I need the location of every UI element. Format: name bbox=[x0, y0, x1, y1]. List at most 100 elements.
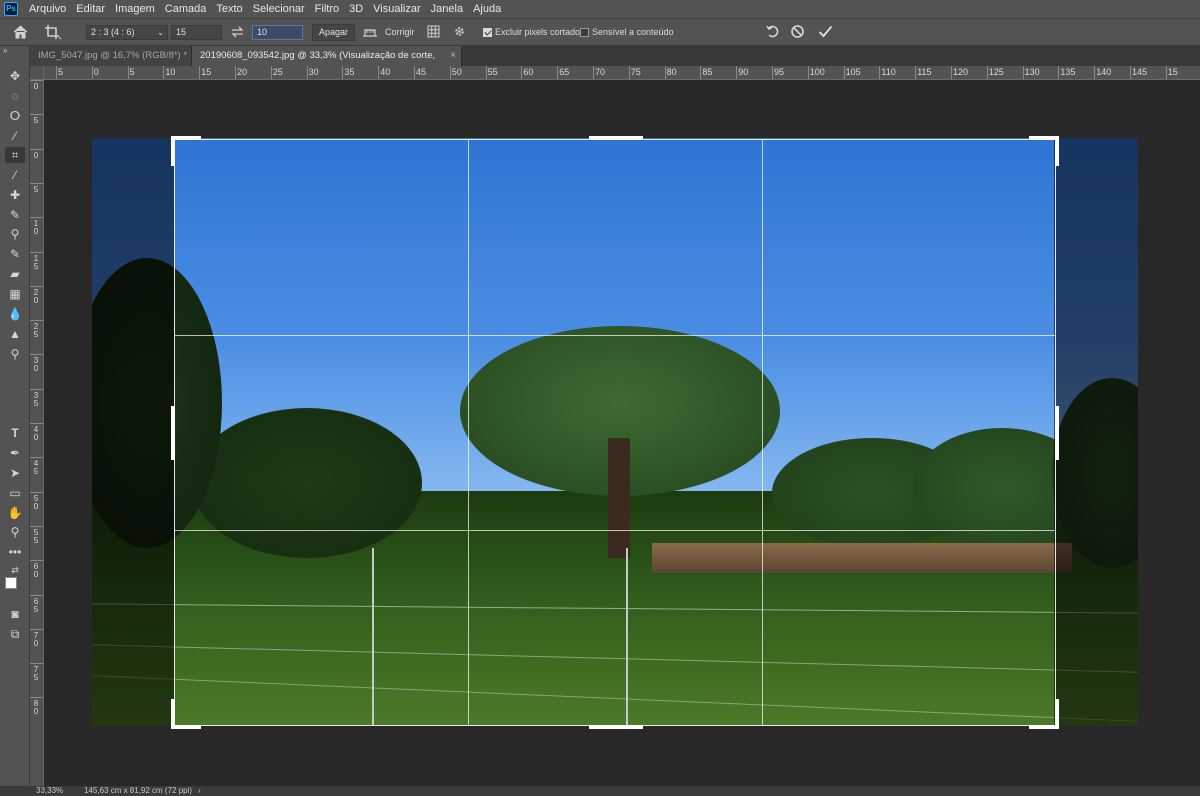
crop-handle-bottom-left[interactable] bbox=[171, 699, 175, 729]
straighten-icon[interactable] bbox=[362, 26, 378, 38]
width-input[interactable]: 15 bbox=[171, 25, 222, 40]
ruler-label: 6 5 bbox=[33, 596, 39, 614]
crop-handle-top[interactable] bbox=[589, 136, 643, 140]
straighten-label[interactable]: Corrigir bbox=[385, 25, 415, 39]
ruler-label: 140 bbox=[1096, 67, 1112, 77]
ruler-label: 110 bbox=[881, 67, 896, 77]
swap-colors-icon[interactable]: ⇄ bbox=[5, 562, 25, 578]
shape-icon[interactable]: ▭ bbox=[5, 485, 25, 501]
menu-arquivo[interactable]: Arquivo bbox=[24, 0, 71, 18]
ruler-label: 95 bbox=[774, 67, 785, 77]
ruler-label: 5 bbox=[58, 67, 64, 77]
crop-handle-top-left[interactable] bbox=[171, 136, 175, 166]
cancel-icon[interactable] bbox=[790, 24, 805, 39]
crop-handle-bottom-right[interactable] bbox=[1055, 699, 1059, 729]
menu-visualizar[interactable]: Visualizar bbox=[368, 0, 426, 18]
menu-editar[interactable]: Editar bbox=[71, 0, 110, 18]
crop-handle-right[interactable] bbox=[1055, 406, 1059, 460]
crop-handle-top-right[interactable] bbox=[1055, 136, 1059, 166]
type-icon[interactable]: T bbox=[5, 425, 25, 441]
gear-icon[interactable] bbox=[453, 25, 466, 38]
zoom-dodge-icon[interactable]: ⚲ bbox=[5, 346, 25, 362]
grid-icon[interactable] bbox=[427, 25, 440, 38]
content-aware-label: Sensível a conteúdo bbox=[592, 27, 674, 37]
history-brush-icon[interactable]: ✎ bbox=[5, 246, 25, 262]
ruler-tick bbox=[30, 354, 43, 356]
canvas-area[interactable] bbox=[44, 80, 1200, 786]
ruler-tick bbox=[30, 525, 43, 527]
menu-texto[interactable]: Texto bbox=[211, 0, 247, 18]
delete-cropped-checkbox[interactable] bbox=[483, 28, 492, 37]
ruler-label: 6 0 bbox=[33, 562, 39, 580]
dodge-icon[interactable]: ▲ bbox=[5, 326, 25, 342]
status-menu-arrow-icon[interactable]: › bbox=[198, 786, 201, 796]
screen-mode-icon[interactable]: ⧉ bbox=[5, 626, 25, 642]
close-icon[interactable]: × bbox=[450, 46, 456, 66]
crop-icon[interactable] bbox=[44, 24, 62, 40]
crop-handle-top-left[interactable] bbox=[171, 136, 201, 140]
crop-shield-right bbox=[1054, 138, 1138, 726]
magic-wand-icon[interactable]: ⁄ bbox=[5, 128, 25, 144]
quick-mask-icon[interactable]: ◙ bbox=[5, 606, 25, 622]
ruler-tick bbox=[127, 66, 129, 79]
menu-janela[interactable]: Janela bbox=[426, 0, 468, 18]
healing-brush-icon[interactable]: ✚ bbox=[5, 187, 25, 203]
ruler-label: 1 5 bbox=[33, 253, 39, 271]
crop-handle-bottom-left[interactable] bbox=[171, 725, 201, 729]
crop-icon[interactable]: ⌗ bbox=[5, 147, 25, 163]
eraser-icon[interactable]: ▰ bbox=[5, 266, 25, 282]
menu-ajuda[interactable]: Ajuda bbox=[468, 0, 506, 18]
reset-icon[interactable] bbox=[766, 24, 781, 39]
tab-20190608[interactable]: 20190608_093542.jpg @ 33,3% (Visualizaçã… bbox=[192, 46, 462, 81]
blur-icon[interactable]: 💧 bbox=[5, 306, 25, 322]
brush-icon[interactable]: ✎ bbox=[5, 207, 25, 223]
home-icon[interactable] bbox=[13, 25, 28, 39]
crop-handle-left[interactable] bbox=[171, 406, 175, 460]
check-icon[interactable] bbox=[818, 24, 833, 39]
pen-icon[interactable]: ✒ bbox=[5, 445, 25, 461]
crop-box[interactable] bbox=[171, 136, 1059, 729]
ruler-label: 5 bbox=[129, 67, 135, 77]
foreground-color-swatch[interactable] bbox=[5, 577, 17, 589]
vertical-ruler[interactable]: 0 5 0 5 1 0 1 5 2 0 2 5 3 0 3 5 4 0 4 5 5 0 5 5 6 0 6 5… bbox=[30, 80, 44, 786]
height-input[interactable]: 10 bbox=[252, 25, 303, 40]
lasso-icon[interactable]: ⵔ bbox=[5, 108, 25, 124]
menu-filtro[interactable]: Filtro bbox=[310, 0, 344, 18]
content-aware-checkbox[interactable] bbox=[580, 28, 589, 37]
swap-icon[interactable] bbox=[231, 26, 244, 38]
ruler-origin[interactable] bbox=[30, 66, 44, 80]
tools-panel: » ✥ ◌ ⵔ ⁄ ⌗ ⁄ ✚ ✎ ⚲ ✎ ▰ ▦ 💧 ▲ ⚲ T ✒ ➤ ▭ … bbox=[0, 46, 30, 786]
zoom-icon[interactable]: ⚲ bbox=[5, 524, 25, 540]
gradient-icon[interactable]: ▦ bbox=[5, 286, 25, 302]
clone-stamp-icon[interactable]: ⚲ bbox=[5, 226, 25, 242]
more-tools-icon[interactable]: ••• bbox=[5, 544, 25, 560]
aspect-ratio-select[interactable]: 2 : 3 (4 : 6) ⌄ bbox=[86, 25, 168, 40]
horizontal-ruler[interactable]: 5 0 5 10 15 20 25 30 35 40 45 50 55 60 65 70 75 80 85 90 95 1… bbox=[44, 66, 1200, 80]
ruler-tick bbox=[1094, 66, 1096, 79]
crop-grid-line bbox=[468, 140, 470, 725]
menu-imagem[interactable]: Imagem bbox=[110, 0, 160, 18]
menu-camada[interactable]: Camada bbox=[160, 0, 212, 18]
menu-3d[interactable]: 3D bbox=[344, 0, 368, 18]
ruler-label: 115 bbox=[917, 67, 932, 77]
clear-button[interactable]: Apagar bbox=[312, 24, 356, 41]
ruler-label: 85 bbox=[702, 67, 713, 77]
menu-selecionar[interactable]: Selecionar bbox=[248, 0, 310, 18]
marquee-icon[interactable]: ◌ bbox=[5, 88, 25, 104]
ruler-label: 2 5 bbox=[33, 322, 39, 340]
ruler-label: 5 bbox=[33, 184, 39, 194]
ruler-label: 25 bbox=[272, 67, 283, 77]
ruler-tick bbox=[30, 663, 43, 665]
zoom-level[interactable]: 33,33% bbox=[36, 786, 63, 796]
collapse-panel-icon[interactable]: » bbox=[3, 46, 7, 55]
crop-grid-line bbox=[761, 140, 763, 725]
crop-handle-bottom[interactable] bbox=[589, 725, 643, 729]
hand-icon[interactable]: ✋ bbox=[5, 505, 25, 521]
move-icon[interactable]: ✥ bbox=[5, 68, 25, 84]
eyedropper-icon[interactable]: ⁄ bbox=[5, 167, 25, 183]
tab-img-5047[interactable]: IMG_5047.jpg @ 16,7% (RGB/8*) * bbox=[30, 46, 192, 66]
path-selection-icon[interactable]: ➤ bbox=[5, 465, 25, 481]
ruler-label: 20 bbox=[237, 67, 248, 77]
delete-cropped-label: Excluir pixels cortados bbox=[495, 27, 585, 37]
status-bar: 33,33% 145,63 cm x 81,92 cm (72 ppi) › bbox=[0, 786, 1200, 796]
